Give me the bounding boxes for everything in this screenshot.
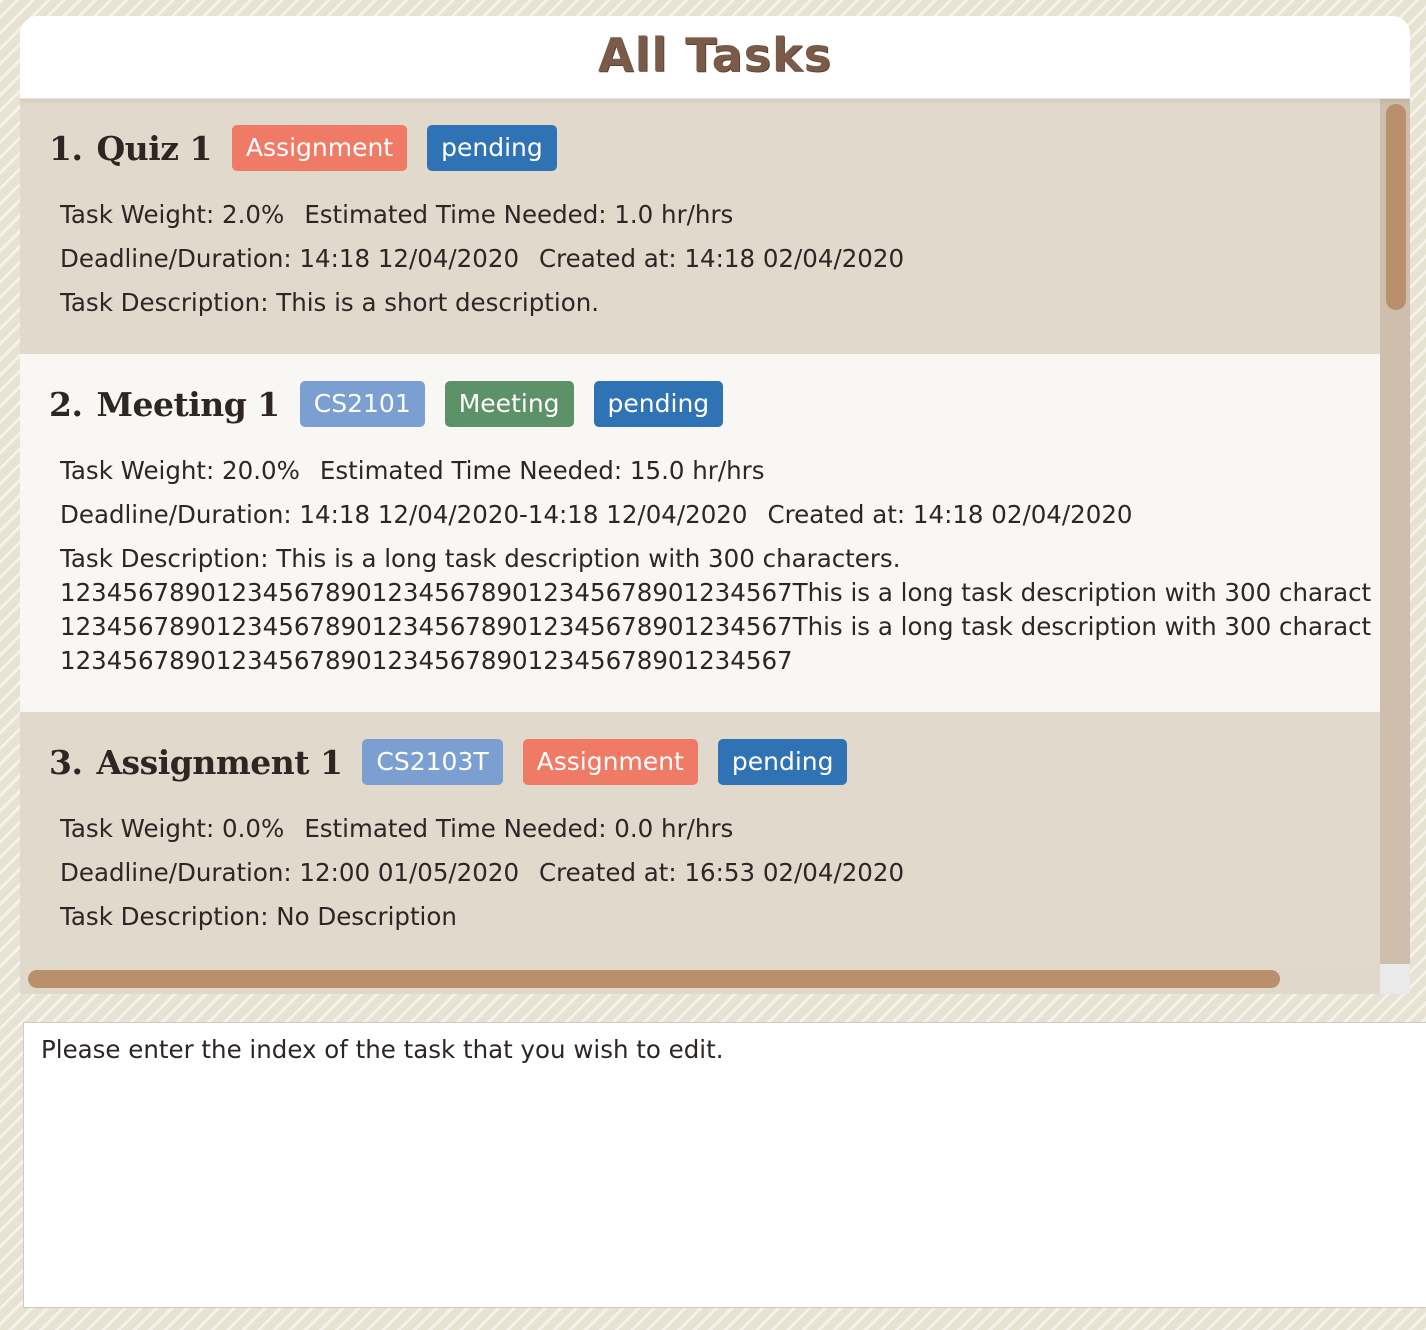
vertical-scrollbar[interactable] xyxy=(1380,98,1410,964)
description-line: 1234567890123456789012345678901234567890… xyxy=(60,612,1372,641)
panel-header: All Tasks xyxy=(20,16,1410,99)
task-created: Created at: 16:53 02/04/2020 xyxy=(539,858,905,887)
estimated-time: Estimated Time Needed: 15.0 hr/hrs xyxy=(319,456,765,485)
task-index: 3. xyxy=(49,742,83,782)
task-card[interactable]: 2. Meeting 1 CS2101 Meeting pending Task… xyxy=(20,354,1380,712)
horizontal-scrollbar[interactable] xyxy=(20,964,1380,994)
estimated-time: Estimated Time Needed: 0.0 hr/hrs xyxy=(304,814,734,843)
horizontal-scroll-thumb[interactable] xyxy=(28,970,1280,988)
panel-title: All Tasks xyxy=(598,28,832,82)
description-line: Task Description: This is a long task de… xyxy=(60,544,901,573)
task-weight: Task Weight: 0.0% xyxy=(60,814,285,843)
task-details: Task Weight: 0.0% Estimated Time Needed: … xyxy=(20,785,1380,934)
task-index: 1. xyxy=(49,128,83,168)
task-deadline: Deadline/Duration: 14:18 12/04/2020 xyxy=(60,244,520,273)
vertical-scroll-thumb[interactable] xyxy=(1386,104,1406,310)
task-card[interactable]: 1. Quiz 1 Assignment pending Task Weight… xyxy=(20,98,1380,354)
task-header: 3. Assignment 1 CS2103T Assignment pendi… xyxy=(20,712,1380,785)
task-name: Assignment 1 xyxy=(96,742,343,782)
task-list-panel: All Tasks 1. Quiz 1 Assignment pending T… xyxy=(20,16,1410,994)
task-description: Task Description: No Description xyxy=(60,900,1380,934)
task-weight: Task Weight: 2.0% xyxy=(60,200,285,229)
task-card[interactable]: 3. Assignment 1 CS2103T Assignment pendi… xyxy=(20,712,1380,964)
weight-time-line: Task Weight: 0.0% Estimated Time Needed: … xyxy=(60,812,1380,846)
type-tag: Assignment xyxy=(231,125,408,171)
result-display[interactable]: Please enter the index of the task that … xyxy=(23,1022,1426,1308)
description-line: Task Description: No Description xyxy=(60,902,457,931)
task-list[interactable]: 1. Quiz 1 Assignment pending Task Weight… xyxy=(20,98,1380,964)
deadline-created-line: Deadline/Duration: 14:18 12/04/2020-14:1… xyxy=(60,498,1380,532)
scrollbar-corner xyxy=(1380,964,1410,994)
status-tag: pending xyxy=(717,739,848,785)
estimated-time: Estimated Time Needed: 1.0 hr/hrs xyxy=(304,200,734,229)
status-tag: pending xyxy=(593,381,724,427)
task-header: 2. Meeting 1 CS2101 Meeting pending xyxy=(20,354,1380,427)
weight-time-line: Task Weight: 2.0% Estimated Time Needed: … xyxy=(60,198,1380,232)
task-description: Task Description: This is a short descri… xyxy=(60,286,1380,320)
type-tag: Meeting xyxy=(444,381,574,427)
task-details: Task Weight: 20.0% Estimated Time Needed:… xyxy=(20,427,1380,678)
task-created: Created at: 14:18 02/04/2020 xyxy=(539,244,905,273)
task-index: 2. xyxy=(49,384,83,424)
description-line: 1234567890123456789012345678901234567890… xyxy=(60,578,1372,607)
task-deadline: Deadline/Duration: 14:18 12/04/2020-14:1… xyxy=(60,500,748,529)
task-header: 1. Quiz 1 Assignment pending xyxy=(20,98,1380,171)
result-text: Please enter the index of the task that … xyxy=(41,1035,724,1064)
description-line: Task Description: This is a short descri… xyxy=(60,288,600,317)
deadline-created-line: Deadline/Duration: 14:18 12/04/2020 Creat… xyxy=(60,242,1380,276)
status-tag: pending xyxy=(427,125,557,171)
task-deadline: Deadline/Duration: 12:00 01/05/2020 xyxy=(60,858,520,887)
module-tag: CS2101 xyxy=(299,381,425,427)
type-tag: Assignment xyxy=(522,739,698,785)
task-description: Task Description: This is a long task de… xyxy=(60,542,1380,678)
module-tag: CS2103T xyxy=(362,739,503,785)
task-weight: Task Weight: 20.0% xyxy=(60,456,300,485)
task-name: Meeting 1 xyxy=(96,384,280,424)
description-line: 1234567890123456789012345678901234567890… xyxy=(60,646,793,675)
task-created: Created at: 14:18 02/04/2020 xyxy=(767,500,1133,529)
deadline-created-line: Deadline/Duration: 12:00 01/05/2020 Creat… xyxy=(60,856,1380,890)
task-name: Quiz 1 xyxy=(96,128,212,168)
weight-time-line: Task Weight: 20.0% Estimated Time Needed:… xyxy=(60,454,1380,488)
task-details: Task Weight: 2.0% Estimated Time Needed: … xyxy=(20,171,1380,320)
